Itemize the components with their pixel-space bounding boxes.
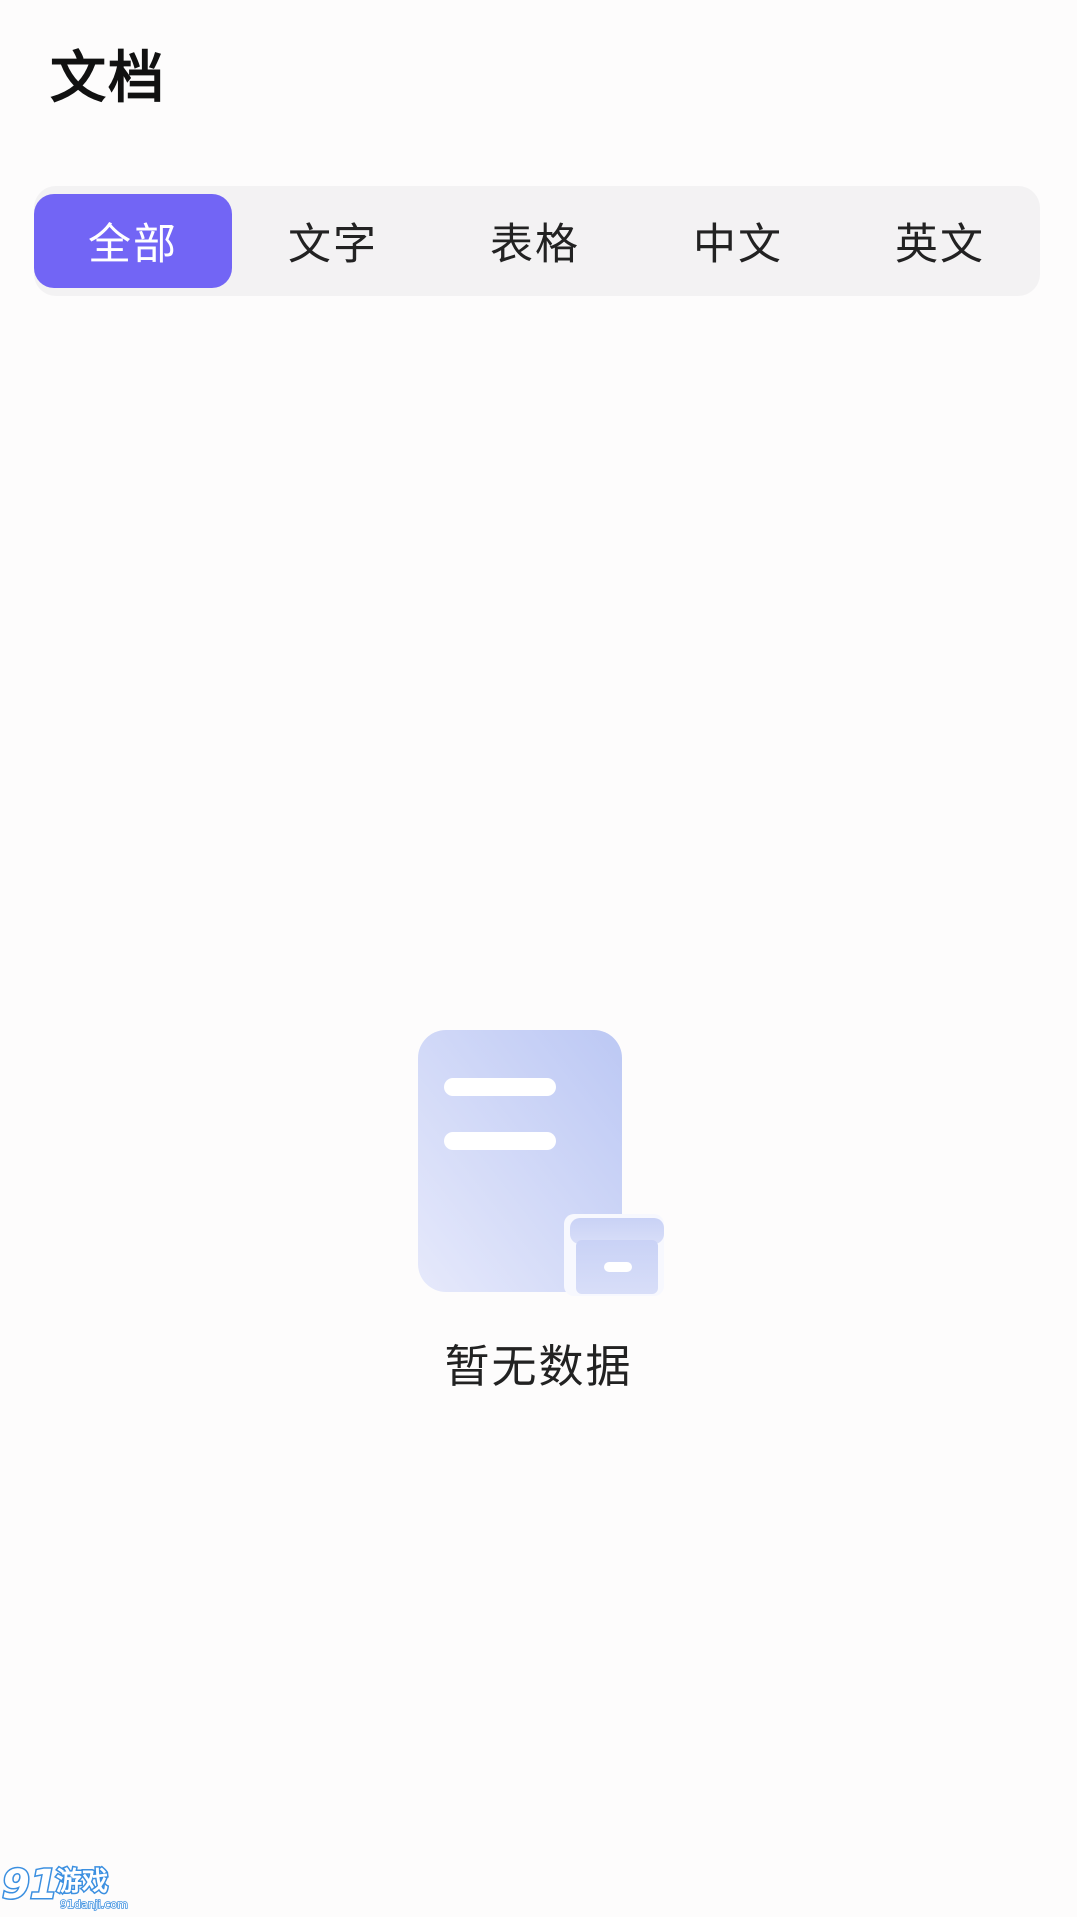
svg-text:游戏: 游戏 [56, 1867, 108, 1897]
site-watermark-logo: 91 游戏 91danji.com [1, 1861, 129, 1912]
tab-all[interactable]: 全部 [34, 194, 232, 288]
tab-table[interactable]: 表格 [436, 194, 634, 288]
category-tabbar: 全部 文字 表格 中文 英文 [34, 186, 1040, 296]
tab-english[interactable]: 英文 [841, 194, 1039, 288]
svg-text:91danji.com: 91danji.com [60, 1898, 128, 1911]
svg-text:91: 91 [2, 1862, 58, 1908]
documents-page: 文档 全部 文字 表格 中文 英文 暂无数据 91 游戏 91danji.com [0, 0, 1077, 1917]
empty-document-icon [418, 1030, 664, 1296]
tab-chinese[interactable]: 中文 [639, 194, 837, 288]
tab-text[interactable]: 文字 [234, 194, 432, 288]
empty-message: 暂无数据 [444, 1340, 633, 1393]
page-title: 文档 [50, 46, 166, 111]
